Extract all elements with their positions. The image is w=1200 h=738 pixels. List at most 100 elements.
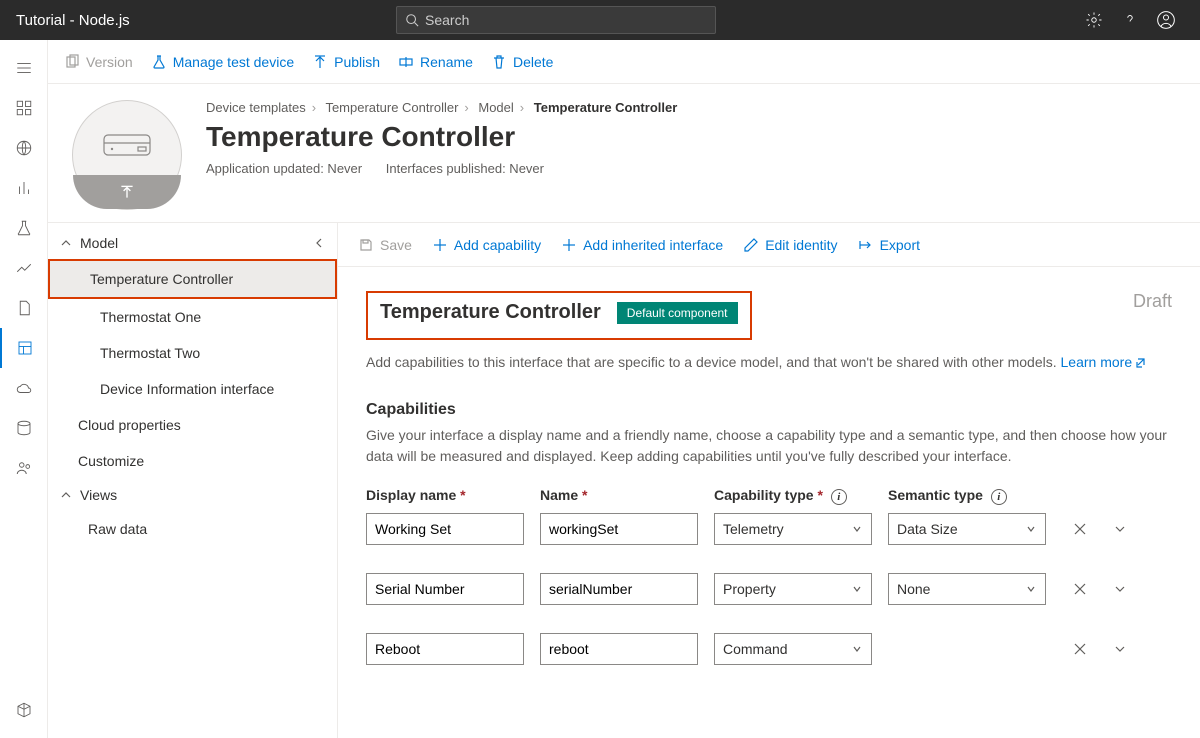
column-display-name: Display name * bbox=[366, 487, 524, 505]
capability-type-select[interactable]: Command bbox=[714, 633, 872, 665]
display-name-input[interactable] bbox=[366, 573, 524, 605]
rail-jobs[interactable] bbox=[0, 288, 48, 328]
name-input[interactable] bbox=[540, 513, 698, 545]
chevron-down-icon bbox=[1025, 583, 1037, 595]
export-button[interactable]: Export bbox=[858, 237, 920, 253]
semantic-type-select[interactable]: Data Size bbox=[888, 513, 1046, 545]
column-capability-type: Capability type * i bbox=[714, 487, 872, 505]
rail-users[interactable] bbox=[0, 448, 48, 488]
plus-icon bbox=[432, 237, 448, 253]
breadcrumb-item[interactable]: Device templates bbox=[206, 100, 306, 115]
chevron-left-icon bbox=[313, 237, 325, 249]
trash-icon bbox=[491, 54, 507, 70]
grid-icon bbox=[15, 99, 33, 117]
rename-icon bbox=[398, 54, 414, 70]
tree-item-thermostat-one[interactable]: Thermostat One bbox=[48, 299, 337, 335]
capabilities-header-row: Display name * Name * Capability type * … bbox=[366, 487, 1172, 505]
tree-item-cloud-properties[interactable]: Cloud properties bbox=[48, 407, 337, 443]
edit-identity-button[interactable]: Edit identity bbox=[743, 237, 837, 253]
close-icon bbox=[1073, 642, 1087, 656]
tree-section-views[interactable]: Views bbox=[48, 479, 337, 511]
delete-button[interactable]: Delete bbox=[491, 54, 553, 70]
top-bar: Tutorial - Node.js Search bbox=[0, 0, 1200, 40]
tree-item-device-info[interactable]: Device Information interface bbox=[48, 371, 337, 407]
expand-row-button[interactable] bbox=[1108, 577, 1132, 601]
rail-devices[interactable] bbox=[0, 128, 48, 168]
chevron-down-icon bbox=[851, 643, 863, 655]
capability-type-select[interactable]: Telemetry bbox=[714, 513, 872, 545]
settings-button[interactable] bbox=[1076, 2, 1112, 38]
delete-row-button[interactable] bbox=[1068, 637, 1092, 661]
capabilities-heading: Capabilities bbox=[366, 401, 1172, 419]
capability-row: Telemetry Data Size bbox=[366, 513, 1172, 545]
copy-icon bbox=[64, 54, 80, 70]
gear-icon bbox=[1085, 11, 1103, 29]
save-button[interactable]: Save bbox=[358, 237, 412, 253]
rail-settings[interactable] bbox=[0, 690, 48, 730]
version-button[interactable]: Version bbox=[64, 54, 133, 70]
rename-button[interactable]: Rename bbox=[398, 54, 473, 70]
save-icon bbox=[358, 237, 374, 253]
rail-rules[interactable] bbox=[0, 208, 48, 248]
tree-item-raw-data[interactable]: Raw data bbox=[48, 511, 337, 547]
breadcrumb-item[interactable]: Temperature Controller bbox=[325, 100, 458, 115]
rail-dashboard[interactable] bbox=[0, 88, 48, 128]
rail-device-templates[interactable] bbox=[0, 328, 48, 368]
rail-groups[interactable] bbox=[0, 168, 48, 208]
device-avatar bbox=[72, 100, 182, 210]
tree-item-customize[interactable]: Customize bbox=[48, 443, 337, 479]
display-name-input[interactable] bbox=[366, 513, 524, 545]
close-icon bbox=[1073, 582, 1087, 596]
menu-toggle[interactable] bbox=[0, 48, 48, 88]
expand-row-button[interactable] bbox=[1108, 517, 1132, 541]
tree-item-thermostat-two[interactable]: Thermostat Two bbox=[48, 335, 337, 371]
model-tree: Model Temperature Controller Thermostat … bbox=[48, 223, 338, 738]
close-icon bbox=[1073, 522, 1087, 536]
capability-row: Command bbox=[366, 633, 1172, 665]
external-link-icon bbox=[1134, 357, 1146, 369]
rail-analytics[interactable] bbox=[0, 248, 48, 288]
name-input[interactable] bbox=[540, 573, 698, 605]
display-name-input[interactable] bbox=[366, 633, 524, 665]
semantic-type-select[interactable]: None bbox=[888, 573, 1046, 605]
chevron-down-icon bbox=[1025, 523, 1037, 535]
breadcrumb-item[interactable]: Model bbox=[478, 100, 513, 115]
learn-more-link[interactable]: Learn more bbox=[1061, 354, 1147, 370]
chevron-down-icon bbox=[1113, 582, 1127, 596]
document-icon bbox=[15, 299, 33, 317]
template-icon bbox=[16, 339, 34, 357]
tree-item-temperature-controller[interactable]: Temperature Controller bbox=[50, 261, 335, 297]
name-input[interactable] bbox=[540, 633, 698, 665]
page-title: Temperature Controller bbox=[206, 121, 1176, 153]
cloud-icon bbox=[15, 379, 33, 397]
database-icon bbox=[15, 419, 33, 437]
expand-row-button[interactable] bbox=[1108, 637, 1132, 661]
upload-icon bbox=[118, 183, 136, 201]
chevron-down-icon bbox=[851, 523, 863, 535]
chevron-up-icon bbox=[60, 489, 72, 501]
delete-row-button[interactable] bbox=[1068, 517, 1092, 541]
publish-button[interactable]: Publish bbox=[312, 54, 380, 70]
account-button[interactable] bbox=[1148, 2, 1184, 38]
help-button[interactable] bbox=[1112, 2, 1148, 38]
hamburger-icon bbox=[15, 59, 33, 77]
rail-admin[interactable] bbox=[0, 408, 48, 448]
editor-command-bar: Save Add capability Add inherited interf… bbox=[338, 223, 1200, 267]
info-icon[interactable]: i bbox=[831, 489, 847, 505]
delete-row-button[interactable] bbox=[1068, 577, 1092, 601]
editor-content: Save Add capability Add inherited interf… bbox=[338, 223, 1200, 738]
rail-data-export[interactable] bbox=[0, 368, 48, 408]
search-input[interactable]: Search bbox=[396, 6, 716, 34]
breadcrumb: Device templates› Temperature Controller… bbox=[206, 100, 1176, 115]
info-icon[interactable]: i bbox=[991, 489, 1007, 505]
capability-row: Property None bbox=[366, 573, 1172, 605]
draft-badge: Draft bbox=[1133, 291, 1172, 312]
capability-type-select[interactable]: Property bbox=[714, 573, 872, 605]
tree-section-model[interactable]: Model bbox=[48, 227, 337, 259]
add-inherited-interface-button[interactable]: Add inherited interface bbox=[561, 237, 723, 253]
add-capability-button[interactable]: Add capability bbox=[432, 237, 541, 253]
manage-test-device-button[interactable]: Manage test device bbox=[151, 54, 294, 70]
editor-description: Add capabilities to this interface that … bbox=[366, 352, 1172, 373]
bar-chart-icon bbox=[15, 179, 33, 197]
globe-icon bbox=[15, 139, 33, 157]
